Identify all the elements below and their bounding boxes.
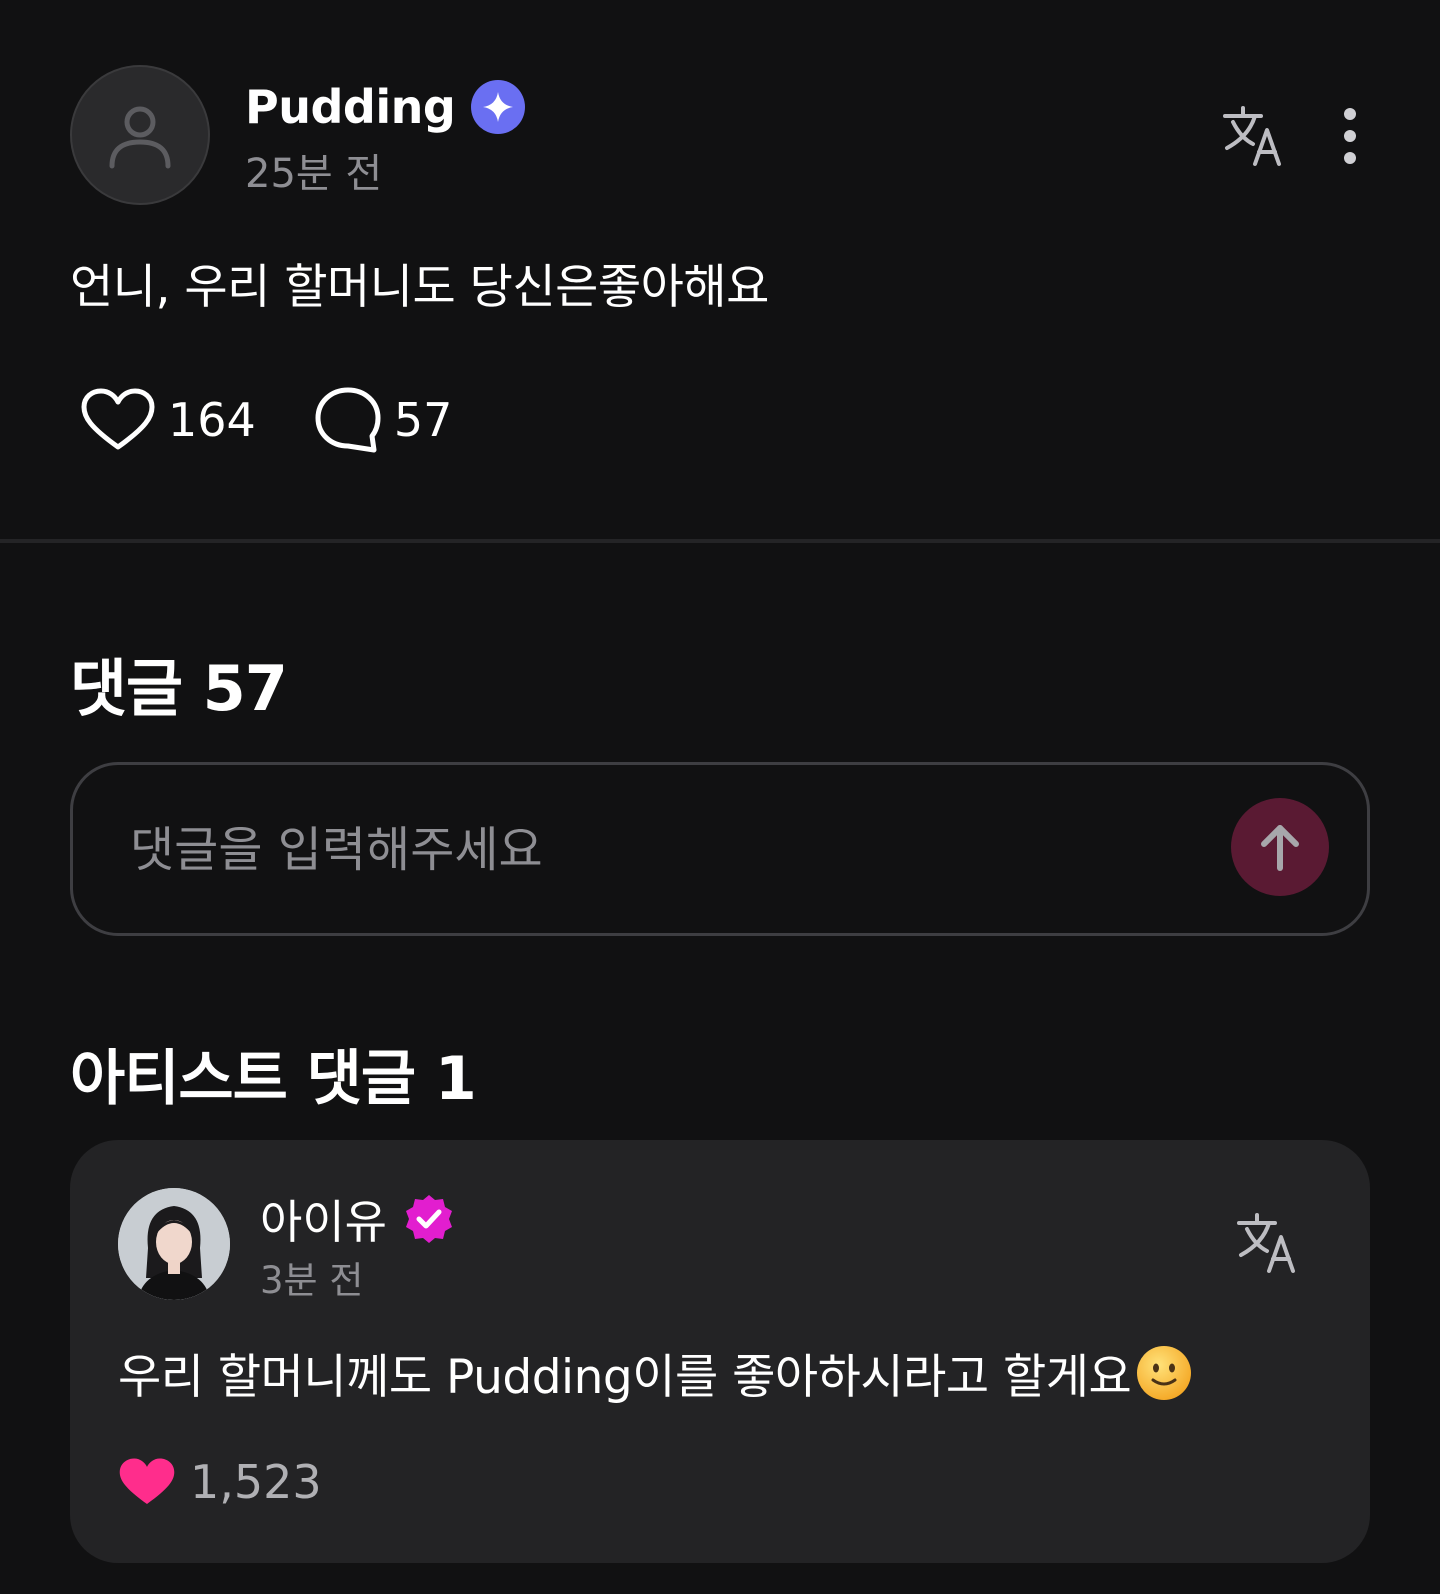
like-count: 164 [168, 393, 256, 447]
artist-verified-badge-icon [403, 1193, 455, 1245]
post-actions: 164 57 [80, 385, 452, 455]
post-header: Pudding 25분 전 [70, 65, 1370, 205]
comment-input[interactable] [128, 807, 1178, 893]
translate-button[interactable] [1234, 1208, 1304, 1278]
author-row: Pudding [245, 79, 526, 135]
more-options-button[interactable] [1330, 101, 1370, 171]
send-button[interactable] [1231, 798, 1329, 896]
divider [0, 539, 1440, 543]
more-vertical-icon [1344, 108, 1356, 164]
artist-like-count: 1,523 [190, 1455, 322, 1509]
user-icon [109, 106, 171, 169]
post-time: 25분 전 [245, 151, 383, 197]
translate-button[interactable] [1220, 101, 1290, 171]
avatar[interactable] [70, 65, 210, 205]
artist-comment-text: 우리 할머니께도 Pudding이를 좋아하시라고 할게요 [118, 1350, 1132, 1405]
artist-name-row: 아이유 [260, 1190, 455, 1249]
artist-name[interactable]: 아이유 [260, 1186, 387, 1252]
artist-comment-card: 아이유 3분 전 우리 할머니께도 Pudding이를 좋아하시라고 할게요 1… [70, 1140, 1370, 1563]
arrow-up-icon [1261, 825, 1299, 871]
comment-button[interactable]: 57 [314, 386, 453, 454]
comment-input-box [70, 762, 1370, 936]
artist-comment-text-row: 우리 할머니께도 Pudding이를 좋아하시라고 할게요 [118, 1338, 1193, 1407]
heart-filled-icon [119, 1458, 175, 1504]
translate-icon [1223, 106, 1281, 166]
slightly-smiling-face-icon [1137, 1345, 1192, 1400]
artist-comments-title: 아티스트 댓글 1 [70, 1044, 477, 1114]
verified-badge-icon [471, 80, 526, 134]
heart-icon [81, 388, 155, 450]
comment-count: 57 [393, 393, 453, 447]
artist-comment-time: 3분 전 [260, 1259, 364, 1302]
artist-like-button[interactable]: 1,523 [118, 1452, 322, 1512]
comments-title: 댓글 57 [70, 652, 288, 725]
comment-bubble-icon [315, 387, 381, 453]
artist-avatar[interactable] [118, 1188, 230, 1300]
post-text: 언니, 우리 할머니도 당신은좋아해요 [70, 260, 769, 315]
translate-icon [1237, 1213, 1295, 1273]
like-button[interactable]: 164 [80, 387, 256, 453]
author-name[interactable]: Pudding [245, 80, 456, 134]
